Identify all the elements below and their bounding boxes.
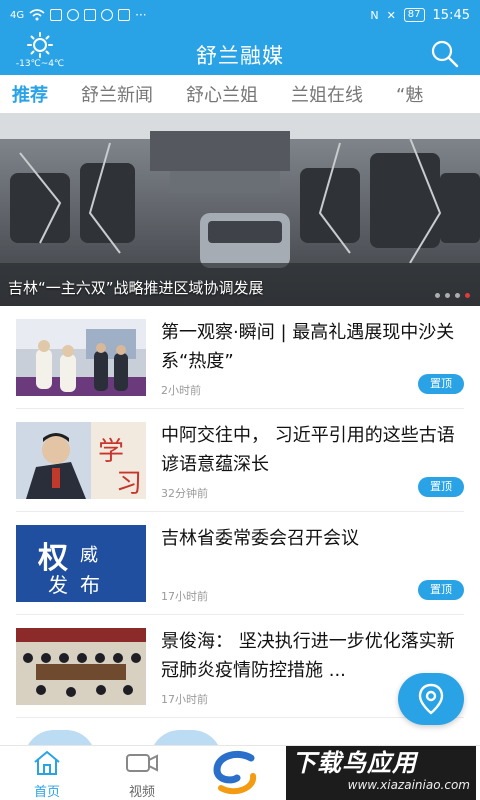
location-pin-icon <box>418 683 444 715</box>
tab-shulan-news[interactable]: 舒兰新闻 <box>81 81 153 107</box>
banner-caption: 吉林“一主六双”战略推进区域协调发展 <box>8 279 264 297</box>
weibo-icon <box>101 9 114 21</box>
nfc-icon: N <box>370 8 379 22</box>
app-title: 舒兰融媒 <box>196 44 284 68</box>
carousel-dot-active <box>465 293 470 298</box>
svg-text:学: 学 <box>98 437 124 467</box>
notification-icon <box>50 9 63 21</box>
tab-lanjie-online[interactable]: 兰姐在线 <box>291 81 363 107</box>
pinned-badge: 置顶 <box>418 477 464 497</box>
carousel-dot <box>435 293 440 298</box>
pinned-badge: 置顶 <box>418 374 464 394</box>
watermark-title: 下载鸟应用 <box>292 749 417 777</box>
carousel-dot <box>445 293 450 298</box>
nav-center-logo[interactable] <box>205 748 265 800</box>
banner-carousel[interactable]: 吉林“一主六双”战略推进区域协调发展 <box>0 113 480 306</box>
authority-release-graphic: 权 威 发 布 <box>38 541 100 597</box>
nav-video[interactable]: 视频 <box>112 750 172 800</box>
video-camera-icon <box>126 754 158 772</box>
signal-indicator: 4G <box>10 9 25 21</box>
app-header: -13℃~4℃ 舒兰融媒 <box>0 30 480 75</box>
news-list: 第一观察·瞬间 | 最高礼遇展现中沙关系“热度” 2小时前 置顶 学 习 中阿交… <box>0 306 480 718</box>
watermark-url: www.xiazainiao.com <box>347 778 470 792</box>
more-notifications-icon: ··· <box>135 8 147 22</box>
list-item[interactable]: 学 习 中阿交往中， 习近平引用的这些古语谚语意蕴深长 32分钟前 置顶 <box>16 409 464 512</box>
tab-charm[interactable]: “魅 <box>396 81 423 107</box>
clock: 15:45 <box>432 7 470 23</box>
list-item[interactable]: 权 威 发 布 吉林省委常委会召开会议 17小时前 置顶 <box>16 512 464 615</box>
list-item[interactable]: 景俊海： 坚决执行进一步优化落实新冠肺炎疫情防控措施 ... 17小时前 <box>16 615 464 718</box>
pinned-badge: 置顶 <box>418 580 464 600</box>
app-notification-icon-2 <box>84 9 97 21</box>
news-title: 吉林省委常委会召开会议 <box>161 528 359 549</box>
tab-shuxin-lanjie[interactable]: 舒心兰姐 <box>186 81 258 107</box>
news-time: 17小时前 <box>161 693 208 706</box>
carousel-dot <box>455 293 460 298</box>
mail-icon <box>118 9 131 21</box>
nav-home[interactable]: 首页 <box>17 750 77 800</box>
app-notification-icon <box>67 9 80 21</box>
carousel-indicators <box>435 293 470 298</box>
news-time: 2小时前 <box>161 384 201 397</box>
news-time: 17小时前 <box>161 590 208 603</box>
app-logo-icon <box>213 751 257 795</box>
location-button[interactable] <box>398 673 464 725</box>
watermark: 下载鸟应用 www.xiazainiao.com <box>286 746 476 800</box>
news-title: 第一观察·瞬间 | 最高礼遇展现中沙关系“热度” <box>161 322 455 372</box>
tab-recommend[interactable]: 推荐 <box>12 81 48 107</box>
news-time: 32分钟前 <box>161 487 208 500</box>
news-thumbnail <box>16 628 146 705</box>
wifi-icon <box>29 9 45 21</box>
news-thumbnail <box>16 319 146 396</box>
news-title: 中阿交往中， 习近平引用的这些古语谚语意蕴深长 <box>161 425 455 475</box>
category-tabs: 推荐 舒兰新闻 舒心兰姐 兰姐在线 “魅 <box>0 75 480 113</box>
home-icon <box>34 750 60 775</box>
search-icon <box>431 40 459 68</box>
news-thumbnail: 学 习 <box>16 422 146 499</box>
nav-video-label: 视频 <box>128 785 155 800</box>
battery-icon: 87 <box>403 8 425 22</box>
svg-text:习: 习 <box>116 469 142 499</box>
list-item[interactable]: 第一观察·瞬间 | 最高礼遇展现中沙关系“热度” 2小时前 置顶 <box>16 306 464 409</box>
nav-home-label: 首页 <box>33 785 60 800</box>
search-button[interactable] <box>430 39 460 69</box>
status-left: 4G ··· <box>10 8 147 22</box>
news-thumbnail: 权 威 发 布 <box>16 525 146 602</box>
status-right: N ✕ 87 15:45 <box>370 8 470 23</box>
mute-icon: ✕ <box>386 8 396 22</box>
status-bar: 4G ··· N ✕ 87 15:45 <box>0 0 480 30</box>
bottom-navigation: 首页 视频 下载鸟应用 www.xiazainiao.com <box>0 745 480 800</box>
